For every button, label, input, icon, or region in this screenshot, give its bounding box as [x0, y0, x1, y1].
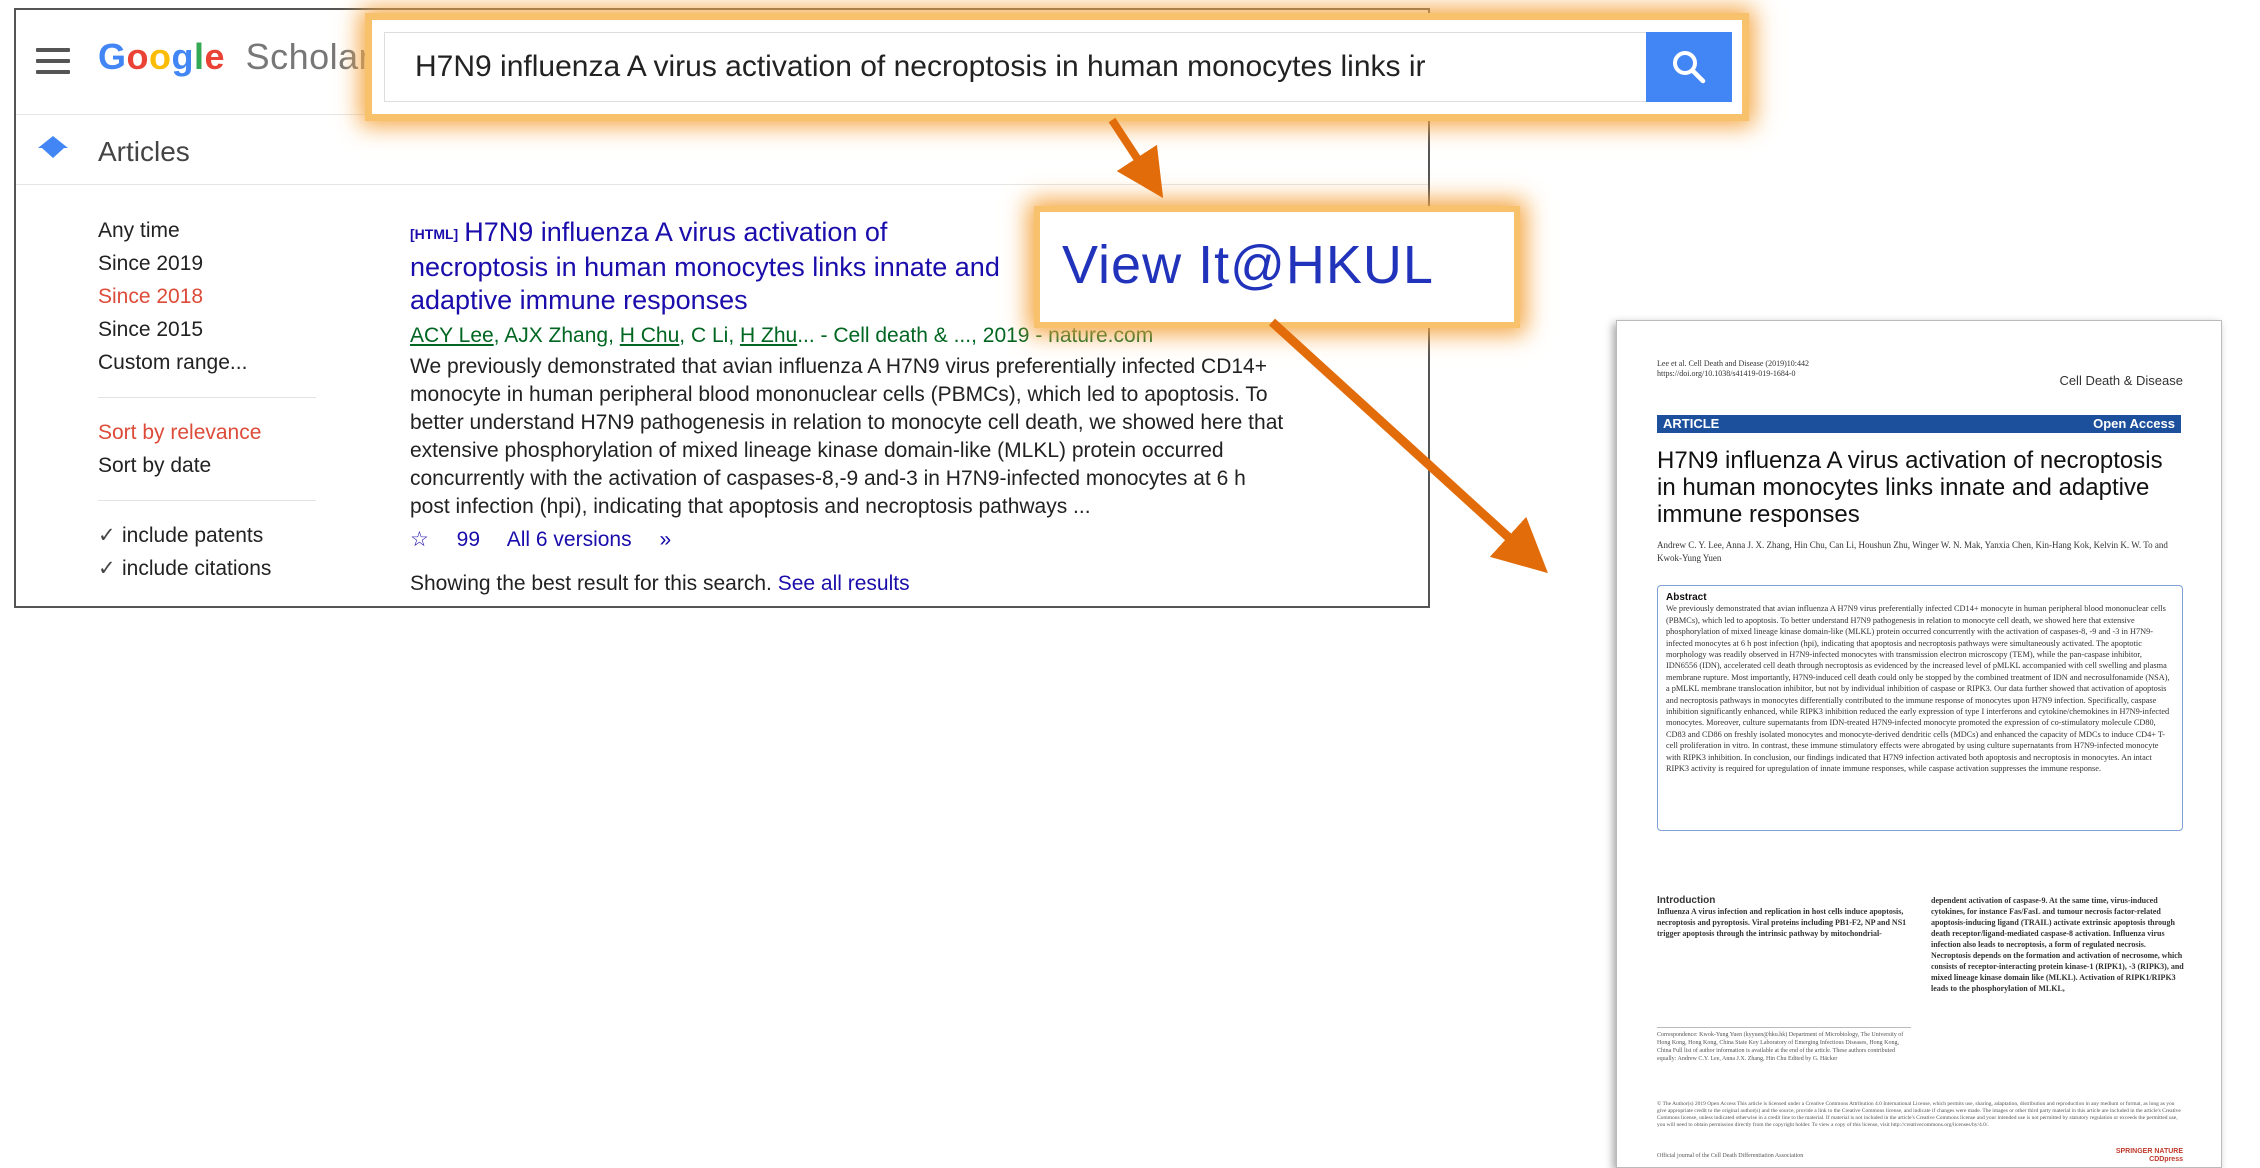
paper-authors: Andrew C. Y. Lee, Anna J. X. Zhang, Hin … [1657, 540, 2168, 563]
publisher-imprint: CDDpress [2149, 1156, 2183, 1163]
intro-left-text: Influenza A virus infection and replicat… [1657, 907, 1907, 938]
abstract-text: We previously demonstrated that avian in… [1666, 604, 2170, 774]
publisher-logo: SPRINGER NATURE CDDpress [2116, 1148, 2183, 1164]
intro-left-column: Introduction Influenza A virus infection… [1657, 895, 1911, 939]
arrow-to-paper [1268, 318, 1548, 574]
article-label: ARTICLE [1663, 416, 1720, 431]
journal-name: Cell Death & Disease [2059, 373, 2183, 388]
paper-citation: Lee et al. Cell Death and Disease (2019)… [1657, 359, 1809, 379]
open-access-notice: © The Author(s) 2019 Open Access This ar… [1657, 1101, 2181, 1128]
intro-heading: Introduction [1657, 895, 1716, 906]
paper-title: H7N9 influenza A virus activation of nec… [1657, 447, 2163, 528]
citation-line: Lee et al. Cell Death and Disease (2019)… [1657, 359, 1809, 368]
intro-right-column: dependent activation of caspase-9. At th… [1931, 896, 2184, 993]
paper-footer: Official journal of the Cell Death Diffe… [1657, 1153, 1804, 1159]
paper-preview: Lee et al. Cell Death and Disease (2019)… [1616, 320, 2222, 1168]
abstract-box: Abstract We previously demonstrated that… [1657, 585, 2183, 831]
arrow-to-view-it [1108, 117, 1164, 199]
article-banner: ARTICLE Open Access [1657, 415, 2181, 433]
correspondence-note: Correspondence: Kwok-Yung Yuen (kyyuen@h… [1657, 1027, 1911, 1063]
open-access-label: Open Access [2093, 416, 2175, 431]
publisher-name: SPRINGER NATURE [2115, 1148, 2183, 1155]
abstract-heading: Abstract [1666, 592, 1707, 603]
doi-line: https://doi.org/10.1038/s41419-019-1684-… [1657, 369, 1796, 378]
